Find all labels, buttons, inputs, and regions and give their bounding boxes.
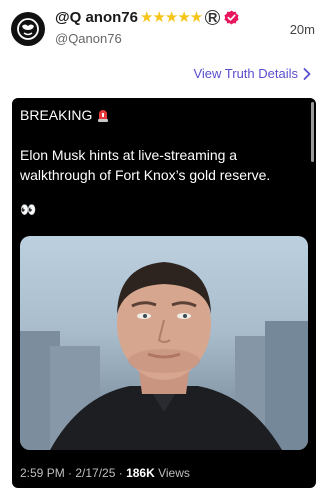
post-footer: 2:59 PM · 2/17/25 · 186K Views bbox=[20, 466, 190, 480]
post-text: Elon Musk hints at live-streaming a walk… bbox=[20, 147, 271, 183]
avatar[interactable] bbox=[11, 12, 45, 46]
user-handle[interactable]: @Qanon76 bbox=[55, 31, 122, 46]
post-time: 20m bbox=[289, 22, 315, 37]
name-row: @Q anon76 ★ ★ ★ ★ ★ R bbox=[55, 9, 239, 26]
post-photo[interactable] bbox=[20, 236, 308, 450]
star-icon: ★ bbox=[189, 9, 204, 26]
post-header: @Q anon76 ★ ★ ★ ★ ★ R @Qanon76 20m bbox=[0, 0, 329, 60]
siren-icon bbox=[98, 110, 109, 122]
chevron-right-icon bbox=[303, 67, 311, 80]
views-label: Views bbox=[154, 466, 190, 480]
star-icon: ★ bbox=[152, 9, 166, 26]
star-icon: ★ bbox=[139, 9, 154, 26]
post-card[interactable]: BREAKING Elon Musk hints at live-streami… bbox=[12, 98, 316, 488]
verified-badge-icon bbox=[224, 10, 239, 25]
star-icon: ★ bbox=[177, 9, 191, 26]
eyes-emoji: 👀 bbox=[20, 202, 37, 217]
breaking-headline: BREAKING bbox=[20, 107, 109, 123]
view-truth-details-link[interactable]: View Truth Details bbox=[193, 66, 311, 81]
views-count: 186K bbox=[126, 466, 155, 480]
display-name[interactable]: @Q anon76 bbox=[55, 9, 138, 26]
star-rating: ★ ★ ★ ★ ★ bbox=[139, 9, 204, 26]
scrollbar[interactable] bbox=[311, 102, 314, 162]
star-icon: ★ bbox=[164, 9, 179, 26]
headline-text: BREAKING bbox=[20, 107, 93, 123]
post-timestamp: 2:59 PM · 2/17/25 · bbox=[20, 466, 127, 480]
photo-illustration bbox=[20, 262, 308, 450]
view-details-label: View Truth Details bbox=[193, 66, 298, 81]
mask-face-icon bbox=[17, 18, 39, 40]
registered-icon: R bbox=[205, 10, 221, 25]
